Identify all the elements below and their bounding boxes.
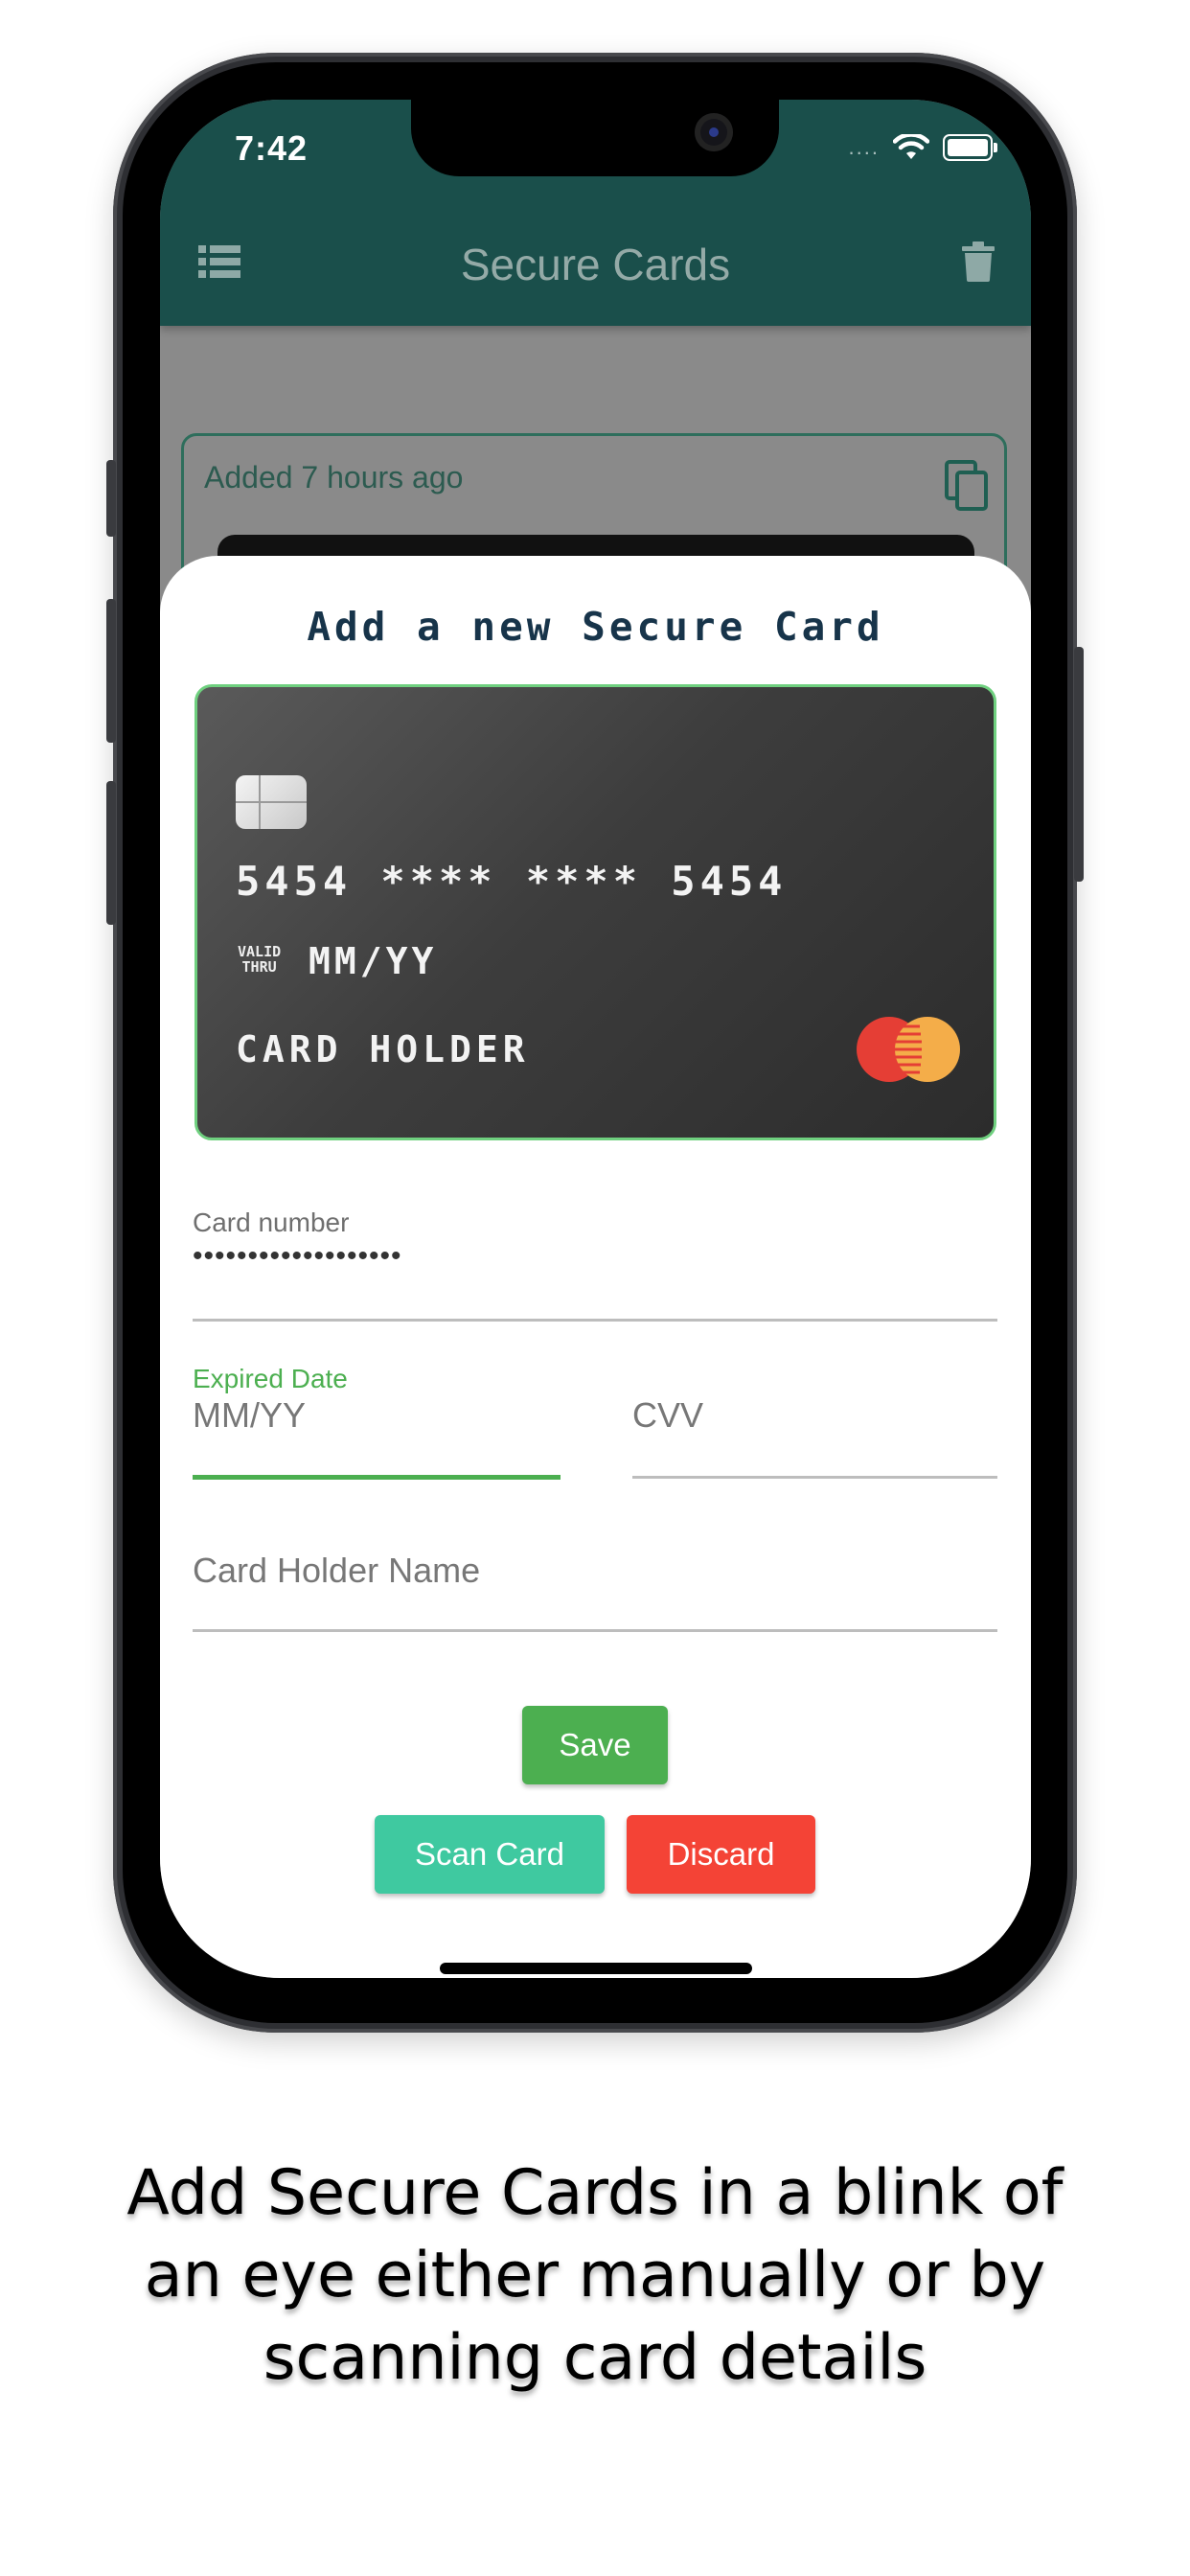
copy-icon[interactable] (945, 460, 989, 512)
app-bar: 7:42 .... Secure Cards (160, 100, 1031, 326)
notch (411, 100, 779, 176)
app-title: Secure Cards (460, 240, 731, 289)
card-number-underline (193, 1319, 997, 1322)
expired-date-input[interactable]: MM/YY (193, 1395, 306, 1436)
caption-line-2: an eye either manually or by (144, 2240, 1046, 2312)
card-preview: 5454 **** **** 5454 VALID THRU MM/YY CAR… (195, 684, 996, 1140)
status-icons: .... (848, 134, 997, 161)
signal-dots: .... (848, 135, 880, 159)
card-preview-expiry: MM/YY (309, 940, 438, 982)
card-number-input[interactable]: ••••••••••••••••••• (193, 1240, 402, 1273)
phone-volume-down (106, 781, 116, 925)
battery-icon (943, 134, 997, 161)
card-holder-underline (193, 1629, 997, 1632)
mastercard-logo (857, 1017, 960, 1082)
save-button[interactable]: Save (522, 1706, 668, 1784)
chip-icon (236, 775, 307, 829)
discard-button[interactable]: Discard (627, 1815, 815, 1894)
expired-date-underline (193, 1475, 561, 1480)
caption-line-3: scanning card details (263, 2322, 927, 2394)
card-preview-holder: CARD HOLDER (236, 1028, 530, 1070)
sheet-title: Add a new Secure Card (307, 604, 884, 650)
valid-thru-line1: VALID (238, 943, 282, 960)
valid-thru-label: VALID THRU (238, 944, 281, 975)
cvv-underline (632, 1476, 997, 1479)
add-card-sheet: Add a new Secure Card 5454 **** **** 545… (160, 556, 1031, 1978)
card-holder-input[interactable]: Card Holder Name (193, 1551, 480, 1591)
marketing-caption: Add Secure Cards in a blink of an eye ei… (0, 2152, 1190, 2400)
phone-mute-switch (106, 460, 116, 537)
phone-screen: Added 7 hours ago 7:42 .... Secure Cards… (160, 100, 1031, 1978)
phone-volume-up (106, 599, 116, 743)
scan-card-button[interactable]: Scan Card (375, 1815, 605, 1894)
cvv-input[interactable]: CVV (632, 1395, 703, 1436)
card-preview-number: 5454 **** **** 5454 (236, 858, 788, 905)
status-time: 7:42 (235, 128, 309, 168)
wifi-icon (893, 134, 929, 159)
expired-date-label: Expired Date (193, 1364, 348, 1393)
card-number-label: Card number (193, 1208, 350, 1237)
card-added-time: Added 7 hours ago (204, 460, 464, 494)
screenshot-stage: Added 7 hours ago 7:42 .... Secure Cards… (0, 0, 1190, 2576)
phone-power-button (1074, 647, 1084, 882)
caption-line-1: Add Secure Cards in a blink of (126, 2157, 1064, 2229)
home-indicator[interactable] (440, 1963, 752, 1974)
camera-icon (695, 113, 733, 151)
trash-icon[interactable] (962, 242, 995, 282)
valid-thru-line2: THRU (241, 958, 277, 976)
